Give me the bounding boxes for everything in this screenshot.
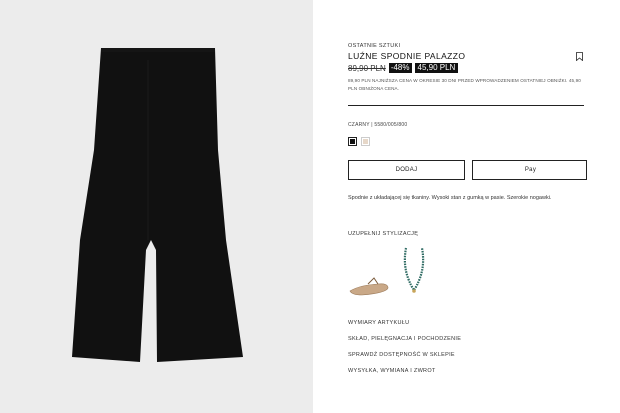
swatch-beige[interactable] (361, 137, 370, 146)
link-shipping-returns[interactable]: WYSYŁKA, WYMIANA I ZWROT (348, 368, 461, 374)
product-description: Spodnie z układającej się tkaniny. Wysok… (348, 195, 552, 201)
product-title: LUŹNE SPODNIE PALAZZO (348, 51, 466, 61)
price-row: 89,90 PLN -48% 45,90 PLN (348, 63, 459, 73)
discount-badge: -48% (388, 63, 412, 73)
sandal-icon[interactable] (349, 277, 389, 296)
new-price: 45,90 PLN (414, 63, 459, 73)
product-gallery (0, 0, 313, 413)
necklace-icon[interactable] (403, 247, 425, 293)
old-price: 89,90 PLN (348, 63, 386, 73)
divider (348, 105, 584, 106)
add-to-cart-button[interactable]: DODAJ (348, 160, 465, 180)
bookmark-icon[interactable] (576, 52, 583, 61)
link-store-availability[interactable]: SPRAWDŹ DOSTĘPNOŚĆ W SKLEPIE (348, 352, 461, 358)
color-reference: CZARNY | 5580/005/800 (348, 122, 408, 128)
price-note: 89,90 PLN NAJNIŻSZA CENA W OKRESIE 30 DN… (348, 78, 581, 91)
styling-title: UZUPEŁNIJ STYLIZACJĘ (348, 231, 419, 237)
color-swatches (348, 137, 370, 146)
apple-pay-label: Pay (524, 167, 537, 173)
swatch-black[interactable] (348, 137, 357, 146)
link-dimensions[interactable]: WYMIARY ARTYKUŁU (348, 320, 461, 326)
stock-badge: OSTATNIE SZTUKI (348, 43, 401, 49)
trousers-shape (72, 48, 243, 362)
product-image[interactable] (0, 0, 313, 413)
info-links: WYMIARY ARTYKUŁU SKŁAD, PIELĘGNACJA I PO… (348, 320, 461, 384)
styling-items (348, 244, 458, 299)
link-composition-care[interactable]: SKŁAD, PIELĘGNACJA I POCHODZENIE (348, 336, 461, 342)
apple-pay-button[interactable]: Pay (472, 160, 587, 180)
